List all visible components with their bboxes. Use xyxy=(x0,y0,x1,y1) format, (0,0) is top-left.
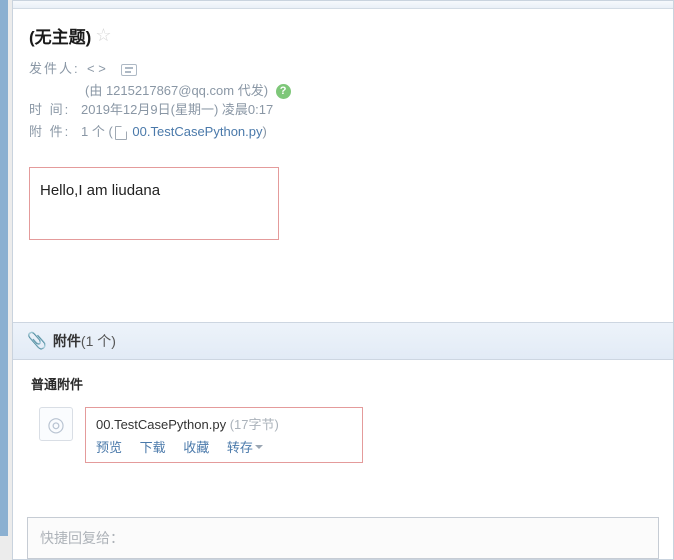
email-body-area: Hello,I am liudana xyxy=(13,155,673,252)
subject-text: (无主题) xyxy=(29,23,91,48)
attach-file-jump-link[interactable]: 00.TestCasePython.py xyxy=(132,124,262,139)
attachment-thumbnail-icon[interactable]: ◎ xyxy=(39,407,73,441)
attachment-actions: 预览 下载 收藏 转存 xyxy=(96,437,332,456)
forward-link[interactable]: 转存 xyxy=(227,440,263,455)
normal-attachments-label: 普通附件 xyxy=(31,374,655,393)
time-label: 时 间: xyxy=(29,99,81,121)
quick-reply-placeholder: 快捷回复给： xyxy=(40,530,124,546)
attachment-details: 00.TestCasePython.py (17字节) 预览 下载 收藏 转存 xyxy=(85,407,363,463)
email-body-content: Hello,I am liudana xyxy=(29,167,279,240)
chevron-down-icon xyxy=(255,445,263,453)
attachment-filename: 00.TestCasePython.py xyxy=(96,417,226,432)
contact-card-icon[interactable] xyxy=(121,64,137,76)
attachments-section: 📎 附件 (1 个) 普通附件 ◎ 00.TestCasePython.py (… xyxy=(13,322,673,493)
proxy-email: 1215217867@qq.com xyxy=(106,83,234,98)
favorite-link[interactable]: 收藏 xyxy=(183,440,209,455)
download-link[interactable]: 下载 xyxy=(140,440,166,455)
file-icon xyxy=(115,126,127,140)
preview-link[interactable]: 预览 xyxy=(96,440,122,455)
attach-label: 附 件: xyxy=(29,121,81,143)
proxy-sender-row: (由 1215217867@qq.com 代发) ? xyxy=(85,80,657,99)
sender-brackets: < > xyxy=(87,61,106,76)
quick-reply-input[interactable]: 快捷回复给： xyxy=(27,517,659,559)
time-value: 2019年12月9日(星期一) 凌晨0:17 xyxy=(81,99,273,121)
help-icon[interactable]: ? xyxy=(276,84,291,99)
paperclip-icon: 📎 xyxy=(27,331,47,351)
attachment-meta-row: 附 件: 1 个 ( 00.TestCasePython.py) xyxy=(29,121,657,143)
attachments-count: (1 个) xyxy=(81,331,116,351)
attachments-title: 附件 xyxy=(53,331,81,351)
attachment-title-row: 00.TestCasePython.py (17字节) xyxy=(96,414,332,433)
attachment-filesize: (17字节) xyxy=(230,417,279,432)
star-icon[interactable]: ☆ xyxy=(95,25,111,46)
proxy-suffix: 代发) xyxy=(234,83,268,98)
attachments-body: 普通附件 ◎ 00.TestCasePython.py (17字节) 预览 下载… xyxy=(13,360,673,493)
attachments-header: 📎 附件 (1 个) xyxy=(13,323,673,360)
left-accent-border xyxy=(0,0,8,536)
time-row: 时 间: 2019年12月9日(星期一) 凌晨0:17 xyxy=(29,99,657,121)
sender-label: 发件人: xyxy=(29,58,81,80)
attach-count: 1 个 xyxy=(81,124,105,139)
toolbar-strip xyxy=(13,1,673,9)
sender-row: 发件人: < > xyxy=(29,58,657,80)
attach-meta-value: 1 个 ( 00.TestCasePython.py) xyxy=(81,121,267,143)
attachment-item: ◎ 00.TestCasePython.py (17字节) 预览 下载 收藏 转… xyxy=(31,401,371,469)
email-header: (无主题) ☆ 发件人: < > (由 1215217867@qq.com 代发… xyxy=(13,9,673,155)
sender-value: < > xyxy=(81,58,137,80)
subject-row: (无主题) ☆ xyxy=(29,23,657,48)
proxy-prefix: (由 xyxy=(85,83,106,98)
email-view-panel: (无主题) ☆ 发件人: < > (由 1215217867@qq.com 代发… xyxy=(12,0,674,560)
